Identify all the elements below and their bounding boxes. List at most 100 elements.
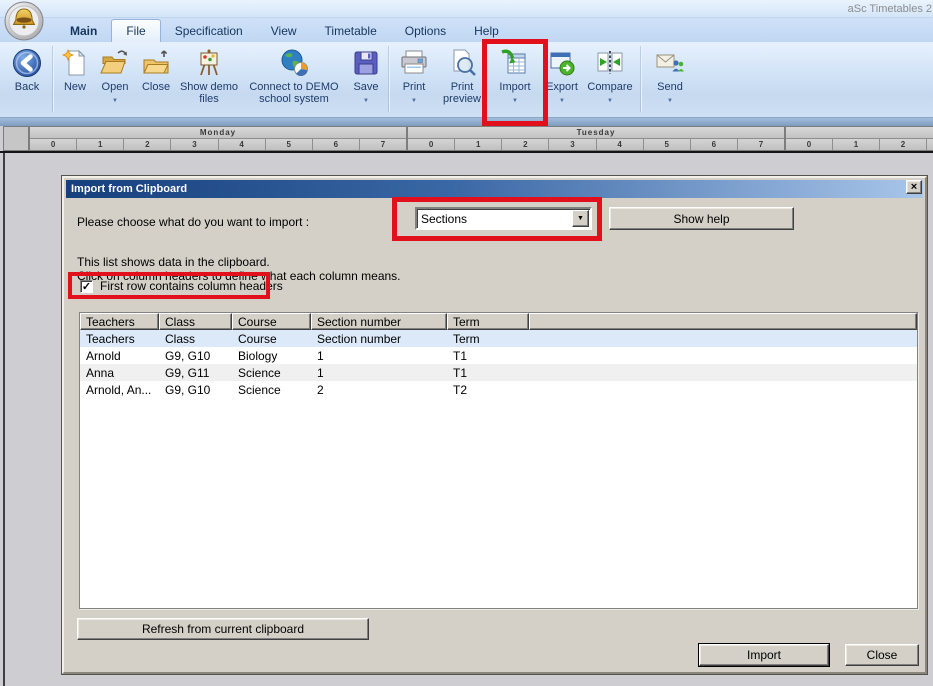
open-button[interactable]: Open ▼ — [94, 44, 136, 116]
period-cell[interactable]: 6 — [691, 139, 738, 151]
print-preview-icon — [446, 47, 478, 79]
column-header-teachers[interactable]: Teachers — [80, 313, 159, 330]
cell: G9, G11 — [159, 366, 232, 380]
refresh-clipboard-button[interactable]: Refresh from current clipboard — [77, 618, 369, 640]
grid-left-edge — [3, 153, 5, 686]
cell: G9, G10 — [159, 349, 232, 363]
cell: 1 — [311, 366, 447, 380]
period-cell[interactable]: 1 — [455, 139, 502, 151]
period-cell[interactable] — [927, 139, 933, 151]
save-dropdown-arrow-icon[interactable]: ▼ — [363, 95, 369, 107]
export-dropdown-arrow-icon[interactable]: ▼ — [559, 95, 565, 107]
checkbox-check-icon[interactable]: ✓ — [80, 280, 93, 293]
column-header-section-number[interactable]: Section number — [311, 313, 447, 330]
tab-view[interactable]: View — [257, 19, 311, 42]
table-row[interactable]: Arnold, An... G9, G10 Science 2 T2 — [80, 381, 917, 398]
cell: Anna — [80, 366, 159, 380]
open-dropdown-arrow-icon[interactable]: ▼ — [112, 95, 118, 107]
dialog-close-icon[interactable]: × — [906, 180, 922, 194]
compare-button[interactable]: Compare ▼ — [582, 44, 638, 116]
period-cell[interactable]: 5 — [644, 139, 691, 151]
dialog-import-button[interactable]: Import — [699, 644, 829, 666]
send-button[interactable]: Send ▼ — [648, 44, 692, 116]
print-dropdown-arrow-icon[interactable]: ▼ — [411, 95, 417, 107]
table-row[interactable]: Arnold G9, G10 Biology 1 T1 — [80, 347, 917, 364]
period-cell[interactable]: 2 — [502, 139, 549, 151]
tab-timetable[interactable]: Timetable — [311, 19, 391, 42]
import-type-dropdown[interactable]: Sections ▼ — [415, 207, 592, 230]
period-cell[interactable]: 3 — [171, 139, 218, 151]
column-header-term[interactable]: Term — [447, 313, 529, 330]
compare-dropdown-arrow-icon[interactable]: ▼ — [607, 95, 613, 107]
day-name[interactable]: Monday — [30, 127, 406, 139]
new-button[interactable]: New — [56, 44, 94, 116]
period-cell[interactable]: 7 — [738, 139, 784, 151]
app-logo-button[interactable] — [2, 0, 46, 44]
period-cell[interactable]: 0 — [786, 139, 833, 151]
table-row[interactable]: Anna G9, G11 Science 1 T1 — [80, 364, 917, 381]
timetable-day-tuesday[interactable]: Tuesday 0 1 2 3 4 5 6 7 — [407, 126, 785, 151]
tab-specification[interactable]: Specification — [161, 19, 257, 42]
period-cell[interactable]: 7 — [360, 139, 406, 151]
table-row[interactable]: Teachers Class Course Section number Ter… — [80, 330, 917, 347]
period-cell[interactable]: 0 — [30, 139, 77, 151]
ribbon-tabbar: Main File Specification View Timetable O… — [0, 18, 933, 42]
back-button[interactable]: Back — [4, 44, 50, 116]
send-dropdown-arrow-icon[interactable]: ▼ — [667, 95, 673, 107]
show-demo-files-label: Show demo files — [176, 81, 242, 105]
column-header-class[interactable]: Class — [159, 313, 232, 330]
period-cell[interactable]: 5 — [266, 139, 313, 151]
print-preview-button[interactable]: Print preview — [436, 44, 488, 116]
window-title: aSc Timetables 2 — [848, 3, 933, 15]
period-cell[interactable]: 2 — [880, 139, 927, 151]
connect-demo-button[interactable]: Connect to DEMO school system — [242, 44, 346, 116]
compare-icon — [594, 47, 626, 79]
close-file-button[interactable]: Close — [136, 44, 176, 116]
period-cell[interactable]: 1 — [833, 139, 880, 151]
day-name[interactable] — [786, 127, 933, 139]
cell: Teachers — [80, 332, 159, 346]
timetable-day-partial[interactable]: 0 1 2 — [785, 126, 933, 151]
period-cell[interactable]: 4 — [219, 139, 266, 151]
save-button[interactable]: Save ▼ — [346, 44, 386, 116]
export-button[interactable]: Export ▼ — [542, 44, 582, 116]
cell: Arnold — [80, 349, 159, 363]
import-prompt-label: Please choose what do you want to import… — [77, 215, 309, 229]
period-cell[interactable]: 2 — [124, 139, 171, 151]
import-dropdown-arrow-icon[interactable]: ▼ — [512, 95, 518, 107]
import-button[interactable]: Import ▼ — [488, 44, 542, 116]
import-type-value: Sections — [417, 212, 572, 226]
window-titlebar: aSc Timetables 2 — [0, 0, 933, 18]
tab-help[interactable]: Help — [460, 19, 513, 42]
period-cell[interactable]: 3 — [549, 139, 596, 151]
tab-main[interactable]: Main — [56, 19, 111, 42]
show-demo-files-button[interactable]: Show demo files — [176, 44, 242, 116]
connect-demo-label: Connect to DEMO school system — [242, 81, 346, 105]
tab-options[interactable]: Options — [391, 19, 460, 42]
print-button[interactable]: Print ▼ — [392, 44, 436, 116]
ribbon-separator — [52, 46, 54, 112]
cell: Term — [447, 332, 529, 346]
cell: Science — [232, 383, 311, 397]
show-help-button[interactable]: Show help — [609, 207, 794, 230]
save-label: Save — [353, 81, 378, 93]
period-cell[interactable]: 0 — [408, 139, 455, 151]
period-cell[interactable]: 1 — [77, 139, 124, 151]
refresh-clipboard-label: Refresh from current clipboard — [142, 622, 304, 636]
export-icon — [546, 47, 578, 79]
tab-file[interactable]: File — [111, 19, 160, 42]
cell: Science — [232, 366, 311, 380]
first-row-checkbox-row[interactable]: ✓ First row contains column headers — [80, 279, 283, 293]
dialog-close-button[interactable]: Close — [845, 644, 919, 666]
dialog-titlebar[interactable]: Import from Clipboard — [66, 180, 923, 198]
timetable-header: Monday 0 1 2 3 4 5 6 7 Tuesday 0 1 2 3 4… — [0, 126, 933, 153]
combo-arrow-icon[interactable]: ▼ — [572, 210, 589, 227]
period-cell[interactable]: 4 — [597, 139, 644, 151]
timetable-day-monday[interactable]: Monday 0 1 2 3 4 5 6 7 — [29, 126, 407, 151]
column-header-course[interactable]: Course — [232, 313, 311, 330]
period-cell[interactable]: 6 — [313, 139, 360, 151]
cell: Arnold, An... — [80, 383, 159, 397]
show-help-label: Show help — [673, 212, 729, 226]
print-label: Print — [403, 81, 426, 93]
day-name[interactable]: Tuesday — [408, 127, 784, 139]
